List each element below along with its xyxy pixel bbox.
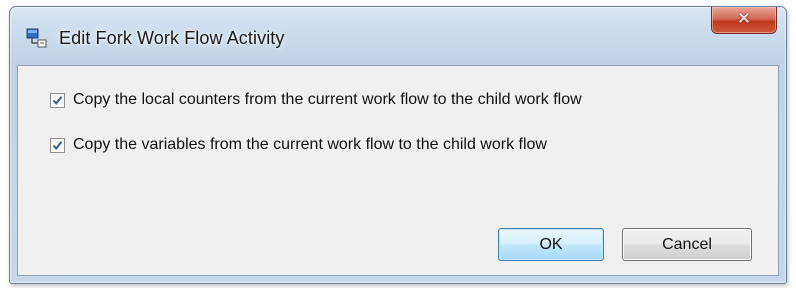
copy-counters-label[interactable]: Copy the local counters from the current…: [73, 91, 582, 109]
workflow-icon: [26, 27, 48, 49]
close-button[interactable]: ✕: [711, 7, 777, 34]
checkmark-icon: [52, 95, 63, 105]
dialog-window: Edit Fork Work Flow Activity ✕ Copy the …: [9, 6, 787, 284]
copy-counters-checkbox[interactable]: [50, 92, 65, 108]
title-bar[interactable]: Edit Fork Work Flow Activity ✕: [10, 7, 786, 63]
dialog-client-area: Copy the local counters from the current…: [17, 65, 779, 276]
window-title: Edit Fork Work Flow Activity: [59, 28, 285, 48]
copy-variables-checkbox[interactable]: [50, 137, 65, 153]
copy-variables-label[interactable]: Copy the variables from the current work…: [73, 136, 547, 154]
cancel-button[interactable]: Cancel: [622, 228, 752, 261]
copy-variables-option[interactable]: Copy the variables from the current work…: [50, 135, 547, 155]
copy-counters-option[interactable]: Copy the local counters from the current…: [50, 90, 582, 110]
close-icon: ✕: [736, 9, 752, 29]
checkmark-icon: [52, 140, 63, 150]
ok-button[interactable]: OK: [498, 228, 604, 261]
